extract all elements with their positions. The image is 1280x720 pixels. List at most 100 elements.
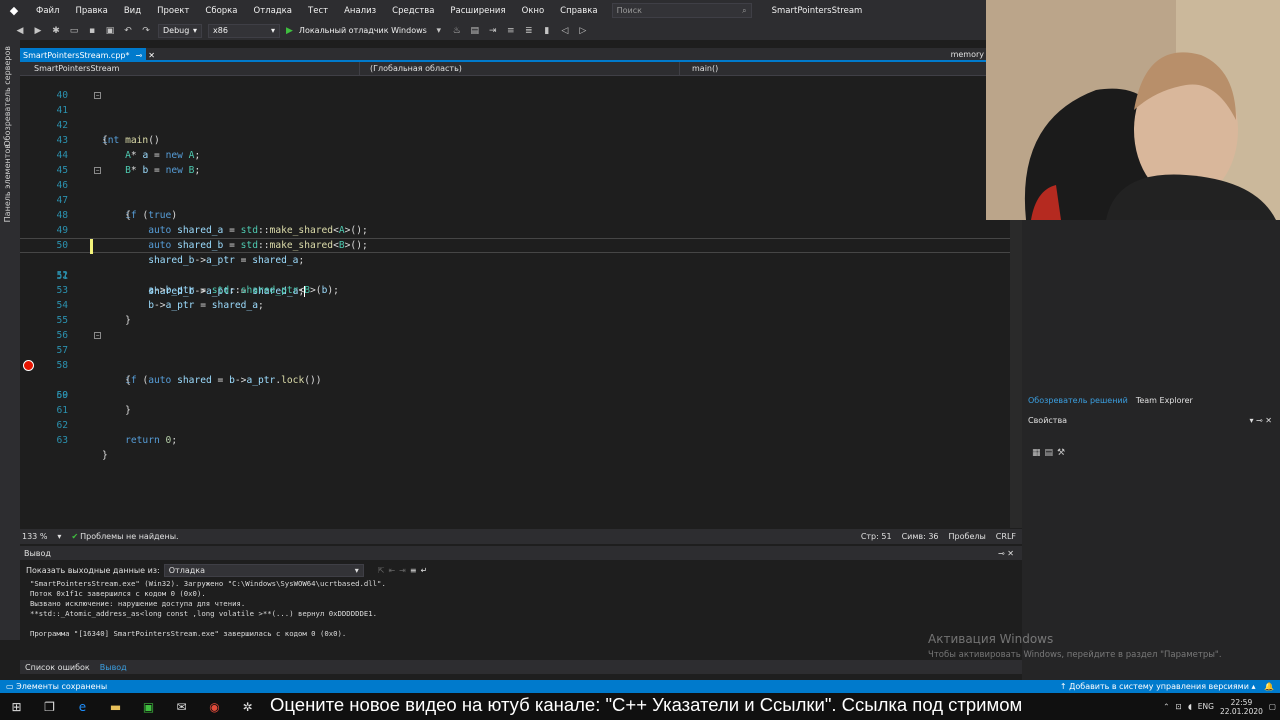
- store-icon[interactable]: ▣: [132, 700, 165, 714]
- scope-label: (Глобальная область): [370, 64, 462, 73]
- search-input[interactable]: Поиск ⌕: [611, 3, 752, 18]
- tab-output[interactable]: Вывод: [95, 663, 132, 672]
- clear-all-icon[interactable]: ≡: [410, 566, 417, 575]
- back-icon[interactable]: ◀: [14, 26, 26, 36]
- code-line: 58 {: [20, 343, 1010, 386]
- project-dropdown[interactable]: SmartPointersStream: [20, 61, 360, 76]
- zoom-level[interactable]: 133 %: [22, 532, 47, 541]
- editor-scrollbar[interactable]: [1010, 218, 1022, 528]
- toolbox-tab[interactable]: Панель элементов: [3, 144, 12, 222]
- camera-icon[interactable]: ▤: [469, 26, 481, 36]
- clock[interactable]: 22:59 22.01.2020: [1220, 698, 1263, 716]
- menu-window[interactable]: Окно: [514, 6, 553, 16]
- code-editor[interactable]: 40 41 − int main() 42 { 43 A* a = new A;…: [20, 77, 1010, 528]
- run-debugger-button[interactable]: Локальный отладчик Windows: [299, 26, 427, 35]
- windows-start-icon[interactable]: ⊞: [0, 700, 33, 714]
- menu-debug[interactable]: Отладка: [246, 6, 301, 16]
- chevron-up-icon[interactable]: ▴: [1251, 682, 1255, 691]
- platform-select[interactable]: x86 ▾: [208, 23, 280, 38]
- save-all-icon[interactable]: ▣: [104, 26, 116, 36]
- output-header: Вывод ⊸ ✕: [20, 546, 1022, 560]
- task-view-icon[interactable]: ❐: [33, 700, 66, 714]
- tab-error-list[interactable]: Список ошибок: [20, 663, 95, 672]
- properties-header: Свойства ▾ ⊸ ✕: [1028, 416, 1272, 425]
- alphabetical-icon[interactable]: ▤: [1045, 448, 1054, 458]
- menu-test[interactable]: Тест: [300, 6, 336, 16]
- code-line: 52 a->b_ptr = std::shared_ptr<B>(b);: [20, 253, 1010, 296]
- close-icon[interactable]: ✕: [148, 51, 155, 60]
- configuration-select[interactable]: Debug ▾: [158, 23, 202, 38]
- menu-tools[interactable]: Средства: [384, 6, 442, 16]
- new-project-icon[interactable]: ✱: [50, 26, 62, 36]
- server-explorer-tab[interactable]: Обозреватель серверов: [3, 46, 12, 147]
- indent-icon[interactable]: ≡: [505, 26, 517, 36]
- wrench-icon[interactable]: ⚒: [1057, 448, 1065, 458]
- word-wrap-icon[interactable]: ↵: [421, 566, 428, 575]
- search-icon: ⌕: [742, 5, 747, 15]
- mail-icon[interactable]: ✉: [165, 700, 198, 714]
- pin-icon[interactable]: ⊸: [1256, 416, 1263, 425]
- pin-icon[interactable]: ⊸: [998, 549, 1005, 558]
- menu-file[interactable]: Файл: [28, 6, 67, 16]
- menu-edit[interactable]: Правка: [67, 6, 115, 16]
- chevron-down-icon[interactable]: ▾: [1249, 416, 1253, 425]
- chevron-up-icon[interactable]: ⌃: [1163, 702, 1169, 711]
- volume-icon[interactable]: ◖: [1188, 702, 1192, 711]
- menu-extensions[interactable]: Расширения: [442, 6, 513, 16]
- edge-icon[interactable]: e: [66, 700, 99, 714]
- add-to-source-control-button[interactable]: Добавить в систему управления версиями: [1069, 682, 1249, 691]
- action-center-icon[interactable]: ▢: [1269, 702, 1276, 711]
- tab-solution-explorer[interactable]: Обозреватель решений: [1028, 396, 1128, 405]
- next-message-icon[interactable]: ⇥: [399, 566, 406, 575]
- go-to-icon[interactable]: ⇱: [378, 566, 385, 575]
- visual-studio-logo-icon[interactable]: ◆: [0, 4, 28, 17]
- fold-icon[interactable]: −: [94, 332, 101, 339]
- member-dropdown[interactable]: main(): [680, 62, 986, 76]
- output-source-select[interactable]: Отладка ▾: [163, 563, 364, 577]
- tab-team-explorer[interactable]: Team Explorer: [1136, 396, 1193, 405]
- chrome-icon[interactable]: ◉: [198, 700, 231, 714]
- menu-help[interactable]: Справка: [552, 6, 605, 16]
- menu-project[interactable]: Проект: [149, 6, 197, 16]
- tab-memory[interactable]: memory: [951, 50, 984, 59]
- bookmark-prev-icon[interactable]: ◁: [559, 26, 571, 36]
- step-icon[interactable]: ⇥: [487, 26, 499, 36]
- watermark-text: Чтобы активировать Windows, перейдите в …: [928, 650, 1222, 660]
- menu-build[interactable]: Сборка: [197, 6, 245, 16]
- categorized-icon[interactable]: ▦: [1032, 448, 1041, 458]
- menu-view[interactable]: Вид: [116, 6, 149, 16]
- menu-analyze[interactable]: Анализ: [336, 6, 384, 16]
- file-explorer-icon[interactable]: ▬: [99, 700, 132, 714]
- play-icon[interactable]: ▶: [286, 26, 293, 36]
- tab-smartpointersstream-cpp[interactable]: SmartPointersStream.cpp* ⊸ ✕: [20, 48, 155, 62]
- redo-icon[interactable]: ↷: [140, 26, 152, 36]
- forward-icon[interactable]: ▶: [32, 26, 44, 36]
- fold-icon[interactable]: −: [94, 92, 101, 99]
- language-indicator[interactable]: ENG: [1198, 702, 1214, 711]
- notifications-icon[interactable]: 🔔: [1264, 682, 1274, 691]
- status-icon: ▭: [6, 682, 14, 691]
- chevron-down-icon[interactable]: ▾: [57, 532, 61, 541]
- chevron-down-icon[interactable]: ▾: [433, 26, 445, 36]
- pin-icon[interactable]: ⊸: [135, 51, 142, 60]
- prev-message-icon[interactable]: ⇤: [388, 566, 395, 575]
- open-icon[interactable]: ▭: [68, 26, 80, 36]
- settings-icon[interactable]: ✲: [231, 700, 264, 714]
- fire-icon[interactable]: ♨: [451, 26, 463, 36]
- bookmark-icon[interactable]: ▮: [541, 26, 553, 36]
- close-icon[interactable]: ✕: [1007, 549, 1014, 558]
- scope-dropdown[interactable]: (Глобальная область): [360, 61, 680, 76]
- save-icon[interactable]: ▪: [86, 26, 98, 36]
- code-line: 50 shared_b->a_ptr = shared_a;: [20, 223, 1010, 266]
- bookmark-next-icon[interactable]: ▷: [577, 26, 589, 36]
- breakpoint-icon[interactable]: [23, 360, 34, 371]
- fold-icon[interactable]: −: [94, 167, 101, 174]
- member-label: main(): [692, 64, 719, 73]
- outdent-icon[interactable]: ≣: [523, 26, 535, 36]
- network-icon[interactable]: ⊡: [1176, 702, 1182, 711]
- eol-indicator[interactable]: CRLF: [996, 532, 1016, 541]
- undo-icon[interactable]: ↶: [122, 26, 134, 36]
- close-icon[interactable]: ✕: [1265, 416, 1272, 425]
- whitespace-indicator[interactable]: Пробелы: [949, 532, 986, 541]
- issues-status[interactable]: Проблемы не найдены.: [80, 532, 178, 541]
